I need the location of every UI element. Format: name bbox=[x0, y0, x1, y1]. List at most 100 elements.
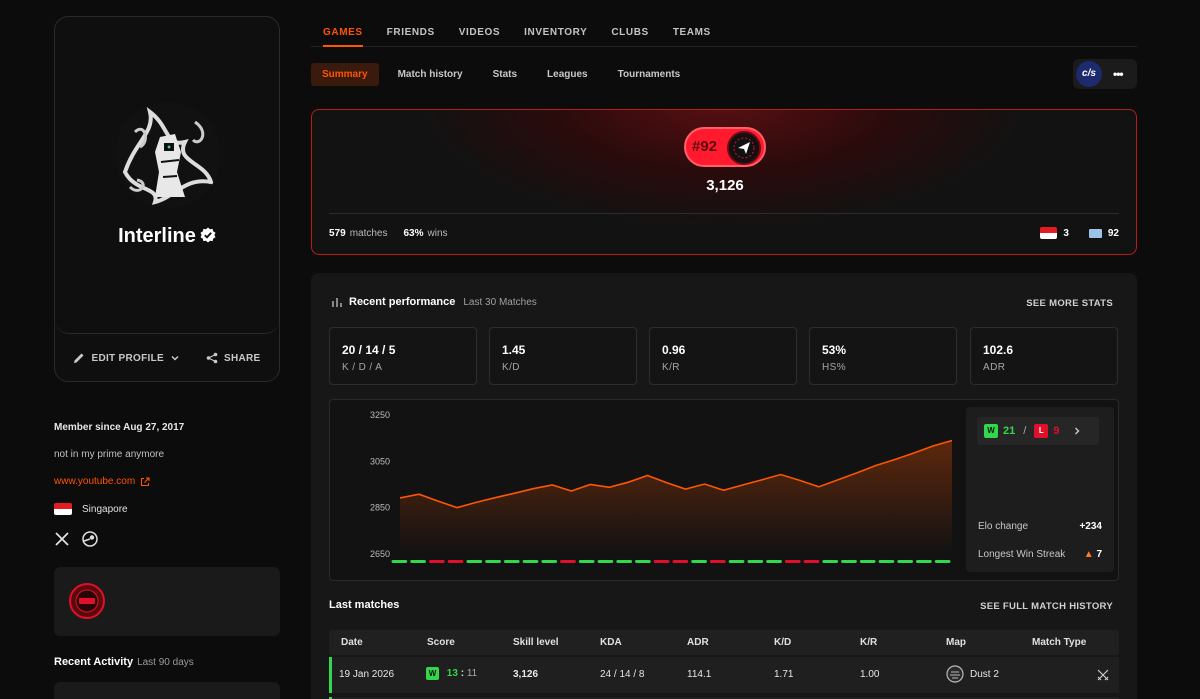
elo-change-row: Elo change +234 bbox=[978, 521, 1102, 532]
table-row[interactable]: 19 Jan 2026 W 13 : 11 3,126 24 / 14 / 8 … bbox=[329, 657, 1119, 693]
map-name: Dust 2 bbox=[970, 668, 999, 680]
result-win-mark[interactable] bbox=[841, 560, 857, 563]
result-loss-mark[interactable] bbox=[447, 560, 464, 563]
performance-title: Recent performance Last 30 Matches bbox=[331, 296, 537, 308]
result-win-mark[interactable] bbox=[691, 560, 707, 563]
stat-value: 20 / 14 / 5 bbox=[342, 343, 396, 357]
profile-header: Interline bbox=[55, 17, 279, 334]
sub-tabs: Summary Match history Stats Leagues Tour… bbox=[311, 63, 691, 86]
result-win-mark[interactable] bbox=[522, 560, 539, 563]
result-loss-mark[interactable] bbox=[784, 560, 801, 563]
subtab-leagues[interactable]: Leagues bbox=[536, 63, 599, 86]
dust2-map-icon bbox=[946, 665, 964, 683]
match-elo: 3,126 bbox=[513, 669, 539, 680]
result-win-mark[interactable] bbox=[766, 560, 782, 563]
subtab-stats[interactable]: Stats bbox=[482, 63, 528, 86]
elo-chart: 3250 3050 2850 2650 W 21 / L 9 Elo change +… bbox=[329, 399, 1119, 581]
result-win-mark[interactable] bbox=[466, 560, 483, 563]
wins-count: 21 bbox=[1003, 425, 1016, 437]
cs-logo-icon[interactable]: c/s bbox=[1076, 61, 1102, 87]
share-button[interactable]: SHARE bbox=[206, 352, 261, 364]
see-more-stats-link[interactable]: SEE MORE STATS bbox=[1026, 298, 1113, 309]
result-win-mark[interactable] bbox=[485, 560, 501, 563]
result-win-mark[interactable] bbox=[728, 560, 745, 563]
region-icon bbox=[1088, 228, 1102, 238]
stat-hs: 53% HS% bbox=[809, 327, 957, 385]
win-rate: 63% wins bbox=[403, 228, 447, 239]
subtab-tournaments[interactable]: Tournaments bbox=[607, 63, 692, 86]
col-kr: K/R bbox=[860, 637, 878, 648]
result-win-mark[interactable] bbox=[410, 560, 426, 563]
youtube-link-text[interactable]: www.youtube.com bbox=[54, 476, 135, 487]
avatar[interactable] bbox=[115, 102, 221, 208]
youtube-link[interactable]: www.youtube.com bbox=[54, 476, 150, 487]
stat-label: K / D / A bbox=[342, 362, 383, 373]
tab-teams[interactable]: TEAMS bbox=[673, 16, 711, 46]
recent-activity-sub: Last 90 days bbox=[137, 657, 194, 668]
share-label: SHARE bbox=[223, 352, 261, 364]
result-win-mark[interactable] bbox=[578, 560, 595, 563]
result-loss-mark[interactable] bbox=[428, 560, 445, 563]
result-win-mark[interactable] bbox=[391, 560, 408, 563]
result-loss-mark[interactable] bbox=[653, 560, 670, 563]
result-loss-mark[interactable] bbox=[672, 560, 689, 563]
result-win-mark[interactable] bbox=[859, 560, 876, 563]
performance-subtitle: Last 30 Matches bbox=[463, 296, 537, 308]
see-full-match-history-link[interactable]: SEE FULL MATCH HISTORY bbox=[980, 601, 1113, 612]
col-score: Score bbox=[427, 637, 455, 648]
game-selector[interactable]: c/s ••• bbox=[1073, 59, 1137, 89]
performance-card: Recent performance Last 30 Matches SEE M… bbox=[311, 273, 1137, 699]
result-win-mark[interactable] bbox=[822, 560, 839, 563]
tab-inventory[interactable]: INVENTORY bbox=[524, 16, 587, 46]
result-win-mark[interactable] bbox=[616, 560, 633, 563]
chevron-right-icon bbox=[1075, 427, 1080, 435]
region-rank[interactable]: 92 bbox=[1108, 228, 1119, 239]
stat-kd: 1.45 K/D bbox=[489, 327, 637, 385]
result-loss-mark[interactable] bbox=[803, 560, 820, 563]
result-win-mark[interactable] bbox=[503, 560, 520, 563]
tab-clubs[interactable]: CLUBS bbox=[611, 16, 648, 46]
match-kda: 24 / 14 / 8 bbox=[600, 669, 645, 680]
x-twitter-icon[interactable] bbox=[54, 531, 70, 547]
result-win-mark[interactable] bbox=[597, 560, 614, 563]
result-win-mark[interactable] bbox=[934, 560, 951, 563]
tab-games[interactable]: GAMES bbox=[323, 16, 363, 47]
matches-table-header: Date Score Skill level KDA ADR K/D K/R M… bbox=[329, 630, 1119, 655]
share-icon bbox=[206, 352, 218, 364]
stat-label: ADR bbox=[983, 362, 1006, 373]
tab-friends[interactable]: FRIENDS bbox=[387, 16, 435, 46]
singapore-flag-icon bbox=[1040, 227, 1058, 239]
col-map: Map bbox=[946, 637, 966, 648]
more-options-button[interactable]: ••• bbox=[1113, 67, 1124, 81]
result-win-mark[interactable] bbox=[878, 560, 895, 563]
profile-card: Interline EDIT PROFILE SHARE bbox=[54, 16, 280, 382]
result-win-mark[interactable] bbox=[635, 560, 651, 563]
win-loss-summary[interactable]: W 21 / L 9 bbox=[977, 417, 1099, 445]
subtab-summary[interactable]: Summary bbox=[311, 63, 379, 86]
profile-actions: EDIT PROFILE SHARE bbox=[55, 334, 279, 382]
match-map: Dust 2 bbox=[946, 665, 999, 683]
col-match-type: Match Type bbox=[1032, 637, 1087, 648]
y-tick-label: 3250 bbox=[370, 410, 390, 420]
stat-adr: 102.6 ADR bbox=[970, 327, 1118, 385]
1000-matches-badge-icon[interactable] bbox=[68, 582, 106, 620]
rank-badge[interactable]: #92 bbox=[684, 127, 766, 167]
tab-videos[interactable]: VIDEOS bbox=[459, 16, 500, 46]
steam-icon[interactable] bbox=[82, 531, 98, 547]
wl-separator: / bbox=[1023, 425, 1027, 437]
result-win-mark[interactable] bbox=[897, 560, 914, 563]
country-name: Singapore bbox=[82, 503, 128, 515]
edit-profile-button[interactable]: EDIT PROFILE bbox=[73, 352, 180, 364]
elo-value: 3,126 bbox=[706, 177, 744, 194]
elo-area bbox=[400, 440, 952, 554]
result-win-mark[interactable] bbox=[541, 560, 558, 563]
subtab-match-history[interactable]: Match history bbox=[387, 63, 474, 86]
external-link-icon bbox=[141, 476, 150, 486]
result-loss-mark[interactable] bbox=[560, 560, 576, 563]
result-win-mark[interactable] bbox=[916, 560, 932, 563]
country-rank[interactable]: 3 bbox=[1063, 228, 1069, 239]
col-kda: KDA bbox=[600, 637, 622, 648]
result-loss-mark[interactable] bbox=[709, 560, 726, 563]
elo-divider bbox=[329, 213, 1119, 214]
result-win-mark[interactable] bbox=[747, 560, 764, 563]
